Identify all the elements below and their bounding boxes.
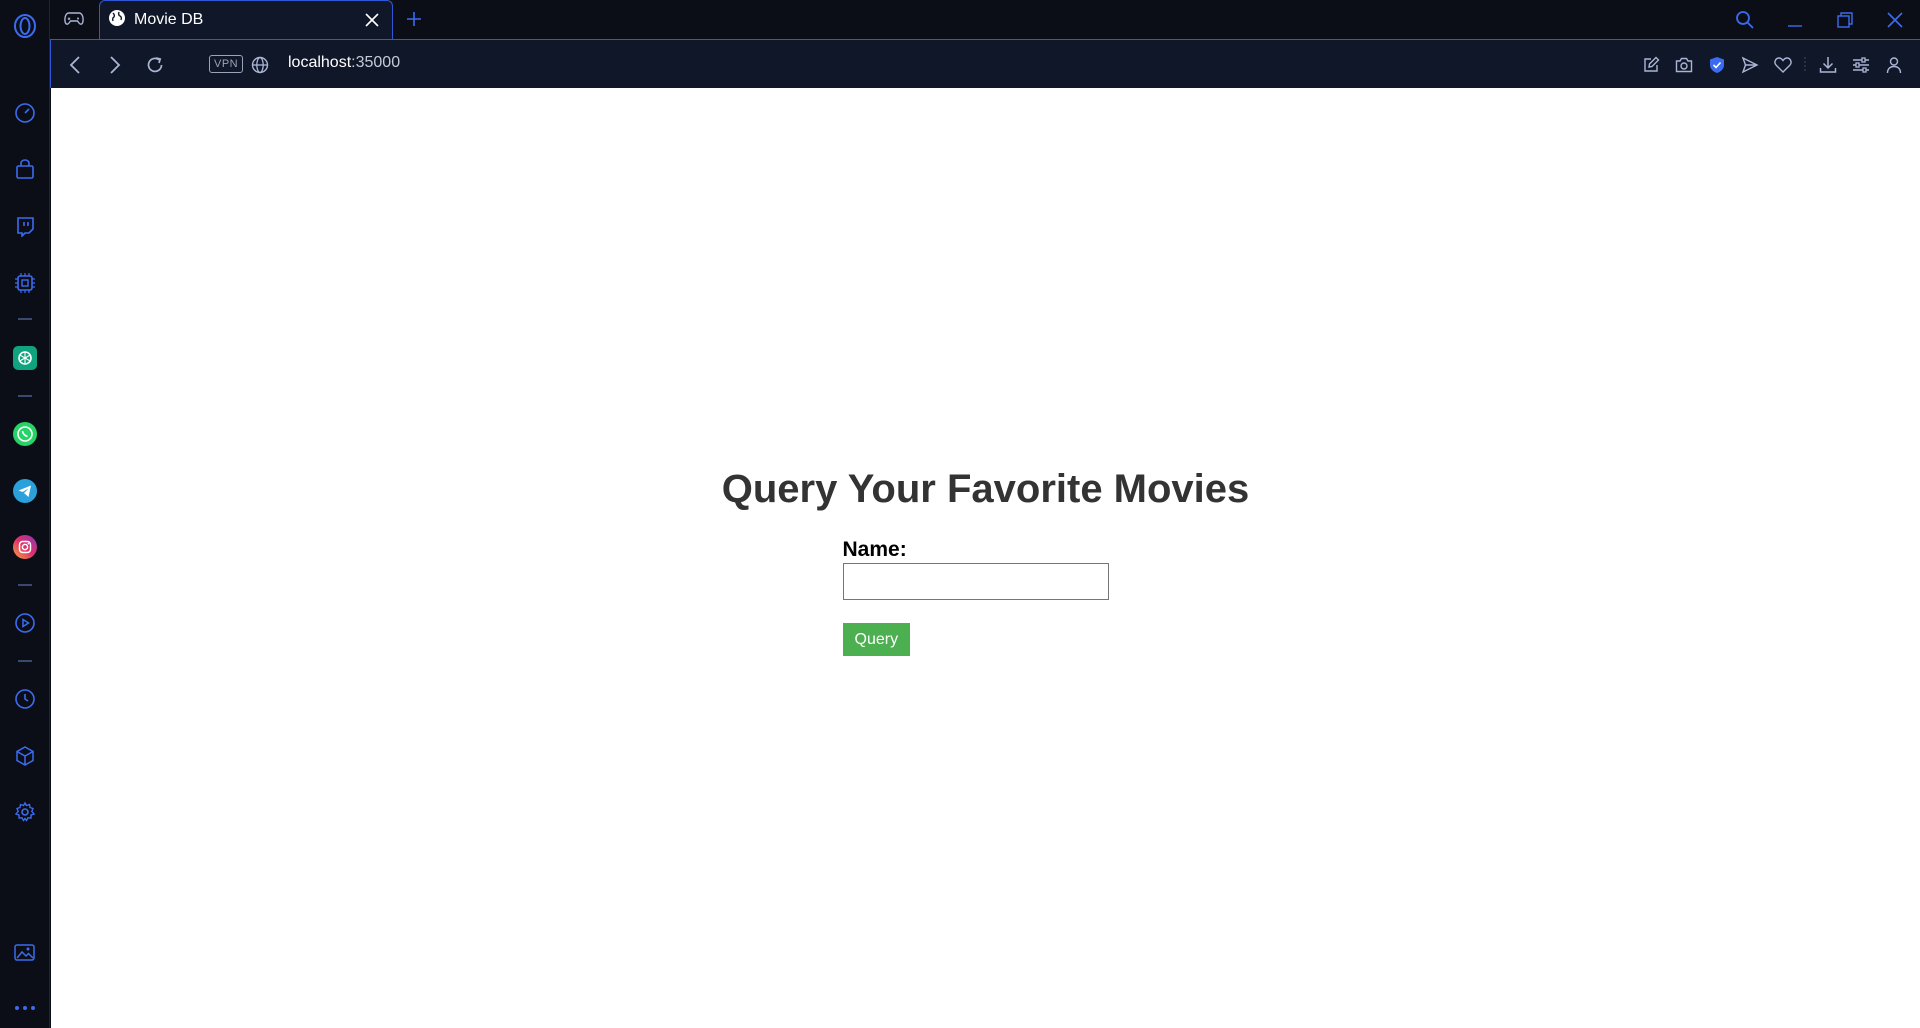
settings-gear-icon[interactable] — [12, 799, 38, 825]
favorites-heart-icon[interactable] — [1766, 49, 1799, 81]
gamepad-icon[interactable] — [58, 6, 90, 32]
more-dots-icon[interactable] — [12, 995, 38, 1021]
query-form-container: Query Your Favorite Movies Name: Query — [51, 467, 1920, 656]
page-viewport: Query Your Favorite Movies Name: Query — [51, 88, 1920, 1028]
forward-arrow-icon[interactable] — [100, 50, 130, 80]
tab-movie-db[interactable]: Movie DB — [99, 0, 393, 39]
tab-title: Movie DB — [134, 11, 204, 28]
shopping-bag-icon[interactable] — [12, 156, 38, 182]
instagram-icon[interactable] — [12, 534, 38, 560]
speed-dial-icon[interactable] — [12, 100, 38, 126]
sidebar-divider — [18, 584, 32, 586]
box-icon[interactable] — [12, 743, 38, 769]
gallery-icon[interactable] — [12, 940, 38, 966]
close-tab-icon[interactable] — [358, 6, 386, 34]
query-button[interactable]: Query — [842, 623, 911, 656]
search-tabs-icon[interactable] — [1720, 0, 1770, 39]
chatgpt-icon[interactable] — [12, 345, 38, 371]
send-arrow-icon[interactable] — [1733, 49, 1766, 81]
whatsapp-icon[interactable] — [12, 421, 38, 447]
globe-favicon-icon — [108, 9, 126, 32]
sidebar-divider — [18, 660, 32, 662]
opera-logo-icon[interactable] — [12, 13, 38, 39]
minimize-icon[interactable] — [1770, 0, 1820, 39]
edit-share-icon[interactable] — [1634, 49, 1667, 81]
history-icon[interactable] — [12, 686, 38, 712]
twitch-icon[interactable] — [12, 213, 38, 239]
address-bar-actions — [1634, 40, 1920, 89]
telegram-icon[interactable] — [12, 478, 38, 504]
reload-icon[interactable] — [140, 50, 170, 80]
url-host: localhost — [288, 54, 352, 71]
browser-sidebar — [0, 0, 50, 1028]
sidebar-divider — [18, 318, 32, 320]
url-port: :35000 — [351, 54, 401, 71]
site-info-globe-icon[interactable] — [245, 50, 275, 80]
tab-strip: Movie DB — [50, 0, 1920, 39]
back-arrow-icon[interactable] — [60, 50, 90, 80]
sidebar-divider — [18, 395, 32, 397]
name-label: Name: — [842, 538, 907, 561]
restore-icon[interactable] — [1820, 0, 1870, 39]
toolbar-divider — [1799, 49, 1811, 81]
snapshot-camera-icon[interactable] — [1667, 49, 1700, 81]
name-input[interactable] — [842, 563, 1109, 600]
ai-chip-icon[interactable] — [12, 270, 38, 296]
url-field[interactable]: localhost:35000 — [288, 54, 400, 72]
address-bar: VPN localhost:35000 — [50, 39, 1920, 88]
vpn-badge[interactable]: VPN — [209, 55, 244, 73]
profile-icon[interactable] — [1877, 49, 1910, 81]
movie-query-form: Name: Query — [842, 538, 1109, 656]
player-icon[interactable] — [12, 610, 38, 636]
close-window-icon[interactable] — [1870, 0, 1920, 39]
downloads-icon[interactable] — [1811, 49, 1844, 81]
adblock-shield-icon[interactable] — [1700, 49, 1733, 81]
page-title: Query Your Favorite Movies — [721, 467, 1250, 511]
new-tab-button[interactable] — [400, 5, 428, 33]
easy-setup-sliders-icon[interactable] — [1844, 49, 1877, 81]
window-controls — [1720, 0, 1920, 39]
